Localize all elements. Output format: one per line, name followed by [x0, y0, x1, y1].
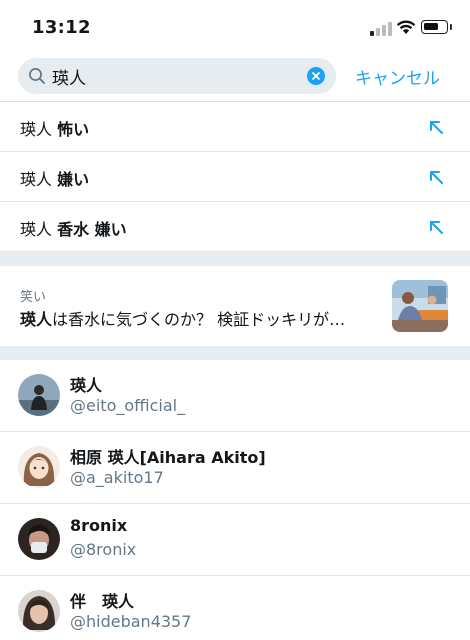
suggestion-prefix: 瑛人 — [20, 120, 53, 139]
suggestion-text: 瑛人 香水 嫌い — [20, 216, 127, 240]
user-result[interactable]: 瑛人 @eito_official_ — [0, 360, 470, 432]
user-handle: @hideban4357 — [70, 612, 192, 631]
cancel-button[interactable]: キャンセル — [355, 64, 440, 89]
trend-title-highlight: 瑛人 — [20, 310, 53, 329]
suggestion-suffix: 香水 嫌い — [57, 220, 127, 239]
search-icon — [29, 68, 45, 84]
close-icon — [312, 72, 320, 80]
fill-query-arrow-icon[interactable] — [428, 119, 444, 135]
trend-title: 瑛人は香水に気づくのか？ 検証ドッキリが… — [20, 306, 380, 330]
clear-search-button[interactable] — [307, 67, 325, 85]
avatar — [18, 374, 60, 416]
user-result[interactable]: 伴 瑛人 @hideban4357 — [0, 576, 470, 640]
section-divider — [0, 252, 470, 266]
search-input[interactable] — [52, 58, 302, 94]
avatar — [18, 518, 60, 560]
search-header: キャンセル — [0, 50, 470, 102]
section-divider — [0, 346, 470, 360]
user-handle: @a_akito17 — [70, 468, 164, 487]
trend-title-rest: は香水に気づくのか？ 検証ドッキリが… — [52, 310, 346, 329]
trend-category: 笑い — [20, 290, 47, 305]
battery-cap — [450, 24, 452, 30]
cellular-signal-icon — [370, 22, 392, 36]
suggestion-text: 瑛人 怖い — [20, 116, 89, 140]
user-display-name: 瑛人 — [70, 376, 103, 395]
fill-query-arrow-icon[interactable] — [428, 169, 444, 185]
user-result[interactable]: 8ronix @8ronix — [0, 504, 470, 576]
user-display-name: 伴 瑛人 — [70, 592, 135, 611]
suggestion-suffix: 怖い — [57, 120, 90, 139]
battery-icon — [421, 20, 448, 34]
suggestion-suffix: 嫌い — [57, 170, 90, 189]
search-suggestion[interactable]: 瑛人 嫌い — [0, 152, 470, 202]
suggestion-prefix: 瑛人 — [20, 170, 53, 189]
user-handle: @eito_official_ — [70, 396, 186, 415]
avatar — [18, 446, 60, 488]
search-box[interactable] — [18, 58, 336, 94]
trend-card[interactable]: 笑い 瑛人は香水に気づくのか？ 検証ドッキリが… — [0, 266, 470, 346]
status-bar: 13:12 — [0, 0, 470, 50]
trend-thumbnail — [392, 280, 448, 332]
status-time: 13:12 — [32, 17, 91, 38]
suggestion-prefix: 瑛人 — [20, 220, 53, 239]
fill-query-arrow-icon[interactable] — [428, 219, 444, 235]
wifi-icon — [396, 20, 416, 34]
search-suggestion[interactable]: 瑛人 怖い — [0, 102, 470, 152]
suggestion-text: 瑛人 嫌い — [20, 166, 89, 190]
avatar — [18, 590, 60, 632]
search-suggestion[interactable]: 瑛人 香水 嫌い — [0, 202, 470, 252]
user-handle: @8ronix — [70, 540, 137, 559]
user-display-name: 相原 瑛人[Aihara Akito] — [70, 448, 266, 467]
user-display-name: 8ronix — [70, 516, 128, 535]
user-result[interactable]: 相原 瑛人[Aihara Akito] @a_akito17 — [0, 432, 470, 504]
